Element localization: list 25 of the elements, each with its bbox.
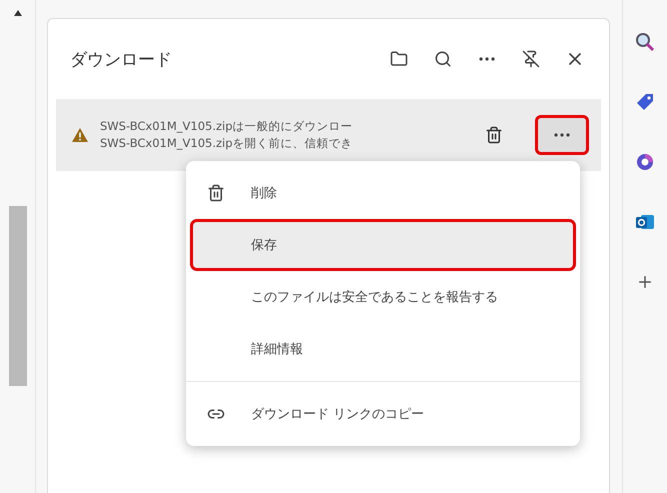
warning-text: SWS-BCx01M_V105.zipを開く前に、信頼でき [100,135,354,152]
more-icon [554,133,570,137]
menu-item[interactable]: 詳細情報 [190,323,576,375]
scrollbar-thumb[interactable] [8,206,26,386]
search-icon [434,50,452,68]
download-item[interactable]: SWS-BCx01M_V105.zipは一般的にダウンロー SWS-BCx01M_V105.zipを開く前に、信頼でき [56,99,601,171]
menu-item[interactable]: 保存 [190,219,576,271]
panel-title: ダウンロード [70,48,173,70]
search-sidebar-button[interactable] [633,30,657,54]
menu-item[interactable]: ダウンロード リンクのコピー [190,388,576,440]
unpin-icon [522,50,540,68]
add-icon [636,273,654,291]
menu-item[interactable]: このファイルは安全であることを報告する [190,271,576,323]
warning-icon [72,128,88,142]
swirl-icon [635,152,655,172]
folder-icon [390,50,408,68]
trash-icon [207,184,225,202]
trash-icon [485,126,503,144]
more-button[interactable] [535,115,589,155]
magnifier-icon [635,32,655,52]
tag-icon [635,92,655,112]
warning-text: SWS-BCx01M_V105.zipは一般的にダウンロー [100,118,354,135]
scroll-up-icon [14,10,22,16]
more-icon [479,57,495,61]
mail-app-icon [635,212,655,232]
